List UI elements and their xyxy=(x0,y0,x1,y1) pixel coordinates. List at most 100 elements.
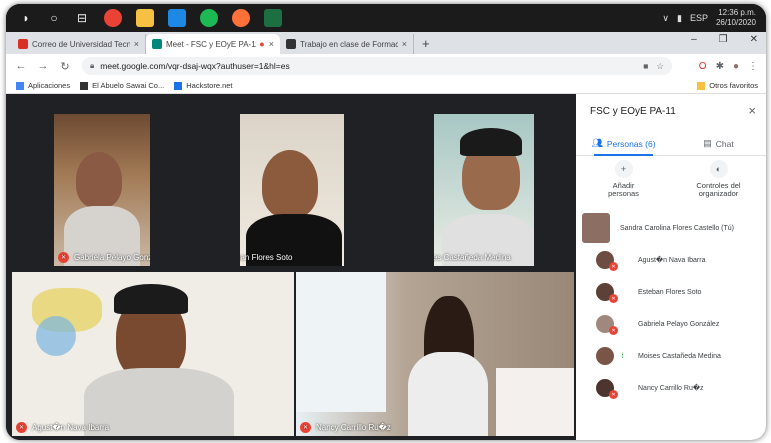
clock-date: 26/10/2020 xyxy=(715,18,756,27)
chevron-up-icon[interactable]: ∨ xyxy=(662,13,669,24)
taskbar: ◗ ○ ⊟ ∨ ▮ ESP 12:36 p.m. 26/10/2020 xyxy=(6,4,766,32)
video-tile[interactable]: ✕ Nancy Carrillo Ru�z xyxy=(296,272,574,436)
opera-icon[interactable]: O xyxy=(699,61,707,72)
folder-icon xyxy=(697,81,706,90)
participant-video xyxy=(76,152,122,208)
mic-off-icon: ✕ xyxy=(58,252,69,263)
list-item[interactable]: ✕ Agust�n Nava Ibarra xyxy=(576,244,766,276)
participant-name: Moises Castañeda Medina xyxy=(638,352,721,360)
new-tab-button[interactable]: + xyxy=(422,34,430,54)
participant-video xyxy=(262,150,318,218)
file-explorer-icon[interactable] xyxy=(136,9,154,27)
site-favicon xyxy=(80,81,89,90)
add-person-icon: + xyxy=(614,160,633,178)
reload-icon[interactable]: ↻ xyxy=(58,60,72,73)
apps-grid-icon xyxy=(16,81,24,90)
extension-icons: O ✱ ● ⋮ xyxy=(690,61,758,72)
participant-name: Esteban Flores Soto xyxy=(638,288,702,296)
bookmark-label: Hackstore.net xyxy=(186,81,233,90)
participant-name: Nancy Carrillo Ru�z xyxy=(638,385,704,392)
meet-icon xyxy=(152,39,162,49)
close-icon[interactable]: × xyxy=(134,39,139,49)
tab-people[interactable]: 👥︎ Personas (6) xyxy=(576,132,671,156)
spotify-icon[interactable] xyxy=(200,9,218,27)
video-name: Gabriela Pelayo González xyxy=(74,253,150,262)
add-people-button[interactable]: + Añadir personas xyxy=(576,160,671,208)
profile-avatar[interactable]: ● xyxy=(733,61,739,72)
window-close-icon[interactable]: ✕ xyxy=(750,34,758,45)
tab-chat[interactable]: ▤ Chat xyxy=(671,132,766,155)
video-tile[interactable]: ✕ Agust�n Nava Ibarra xyxy=(12,272,294,436)
video-tile[interactable]: ✕ Esteban Flores Soto xyxy=(240,114,344,266)
close-icon[interactable]: × xyxy=(269,39,274,49)
back-icon[interactable]: ← xyxy=(14,60,28,72)
extension-icon[interactable]: ✱ xyxy=(716,61,724,72)
task-view-icon[interactable]: ⊟ xyxy=(74,10,90,26)
star-icon[interactable]: ☆ xyxy=(656,61,664,72)
bookmark-hackstore[interactable]: Hackstore.net xyxy=(174,81,233,90)
list-item[interactable]: ✕ Gabriela Pelayo González xyxy=(576,308,766,340)
bookmark-abuelo[interactable]: El Abuelo Sawai Co... xyxy=(80,81,164,90)
start-icon[interactable]: ◗ xyxy=(18,10,34,26)
bookmark-other[interactable]: Otros favoritos xyxy=(697,81,758,90)
gmail-icon xyxy=(18,39,28,49)
url-text: meet.google.com/vqr-dsaj-wqx?authuser=1&… xyxy=(100,61,290,71)
list-item[interactable]: ⦙ Moises Castañeda Medina xyxy=(576,340,766,372)
mic-off-icon: ✕ xyxy=(300,422,311,433)
wall-drawing xyxy=(36,316,76,356)
mic-off-icon: ✕ xyxy=(609,390,618,399)
video-name-label: ⦙ Moises Castañeda Medina xyxy=(434,252,511,263)
chrome-icon[interactable] xyxy=(104,9,122,27)
tab-meet[interactable]: Meet - FSC y EOyE PA-11 ● × xyxy=(146,34,280,54)
bookmarks-bar: Aplicaciones El Abuelo Sawai Co... Hacks… xyxy=(6,78,766,94)
cortana-icon[interactable]: ○ xyxy=(46,10,62,26)
add-people-label: Añadir personas xyxy=(608,181,639,198)
classroom-icon xyxy=(286,39,296,49)
photos-icon[interactable] xyxy=(168,9,186,27)
video-tile[interactable]: ✕ Gabriela Pelayo González xyxy=(54,114,150,266)
tab-strip: Correo de Universidad Tecnológ × Meet - … xyxy=(6,32,766,54)
toggle-icon: ◐ xyxy=(709,160,728,178)
participants-panel: FSC y EOyE PA-11 × 👥︎ Personas (6) ▤ Cha… xyxy=(576,94,766,440)
address-bar[interactable]: 🔒︎ meet.google.com/vqr-dsaj-wqx?authuser… xyxy=(82,57,672,75)
video-name: Moises Castañeda Medina xyxy=(434,253,511,262)
list-item[interactable]: ✕ Esteban Flores Soto xyxy=(576,276,766,308)
participant-name: Gabriela Pelayo González xyxy=(638,320,720,328)
close-icon[interactable]: × xyxy=(748,103,756,118)
list-item[interactable]: ✕ Nancy Carrillo Ru�z xyxy=(576,372,766,404)
participant-name: Agust�n Nava Ibarra xyxy=(638,257,706,264)
close-icon[interactable]: × xyxy=(402,39,407,49)
tab-gmail[interactable]: Correo de Universidad Tecnológ × xyxy=(12,34,146,54)
screen-frame: ◗ ○ ⊟ ∨ ▮ ESP 12:36 p.m. 26/10/2020 Corr… xyxy=(6,4,766,440)
video-name: Esteban Flores Soto xyxy=(240,253,293,262)
excel-icon[interactable] xyxy=(264,9,282,27)
minimize-icon[interactable]: – xyxy=(691,34,697,45)
host-controls-label: Controles del organizador xyxy=(696,181,741,198)
menu-icon[interactable]: ⋮ xyxy=(748,61,758,72)
tab-classroom[interactable]: Trabajo en clase de Formación c × xyxy=(280,34,414,54)
language-indicator[interactable]: ESP xyxy=(690,13,708,23)
system-tray: ∨ ▮ ESP 12:36 p.m. 26/10/2020 xyxy=(654,4,756,32)
host-controls-button[interactable]: ◐ Controles del organizador xyxy=(671,160,766,208)
bookmark-apps[interactable]: Aplicaciones xyxy=(16,81,70,90)
list-item[interactable]: Sandra Carolina Flores Castello (Tú) xyxy=(576,212,766,244)
firefox-icon[interactable] xyxy=(232,9,250,27)
panel-actions: + Añadir personas ◐ Controles del organi… xyxy=(576,160,766,208)
camera-icon[interactable]: ■ xyxy=(643,61,648,71)
maximize-icon[interactable]: ❐ xyxy=(719,34,728,45)
avatar xyxy=(596,347,614,365)
video-grid: ✕ Gabriela Pelayo González ✕ Esteban Flo… xyxy=(6,94,576,440)
lock-icon[interactable]: 🔒︎ xyxy=(90,61,94,71)
mic-off-icon: ✕ xyxy=(16,422,27,433)
people-icon: 👥︎ xyxy=(591,138,603,148)
tab-title: Meet - FSC y EOyE PA-11 xyxy=(166,39,257,49)
video-tile[interactable]: ⦙ Moises Castañeda Medina xyxy=(434,114,534,266)
room-curtain xyxy=(296,272,386,412)
window-controls: – ❐ ✕ xyxy=(669,34,758,45)
volume-icon[interactable]: ▮ xyxy=(677,13,682,24)
forward-icon[interactable]: → xyxy=(36,60,50,72)
video-name-label: ✕ Agust�n Nava Ibarra xyxy=(16,422,109,433)
clock[interactable]: 12:36 p.m. 26/10/2020 xyxy=(716,8,756,28)
video-name-label: ✕ Nancy Carrillo Ru�z xyxy=(300,422,391,433)
meeting-title: FSC y EOyE PA-11 xyxy=(590,106,676,117)
